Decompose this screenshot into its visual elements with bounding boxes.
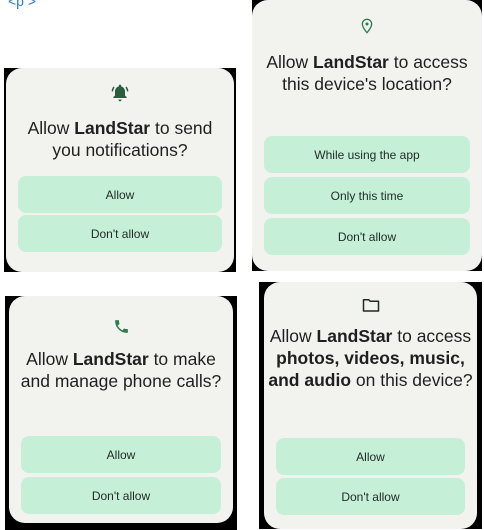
phone-dialog-frame: Allow LandStar to make and manage phone … — [5, 296, 237, 530]
media-allow-button[interactable]: Allow — [276, 438, 465, 475]
folder-icon — [264, 296, 477, 314]
media-dialog-title: Allow LandStar to access photos, videos,… — [268, 326, 473, 390]
location-dont-allow-button[interactable]: Don't allow — [264, 218, 470, 255]
location-only-this-time-button[interactable]: Only this time — [264, 177, 470, 214]
bell-icon — [6, 82, 234, 104]
phone-dialog: Allow LandStar to make and manage phone … — [9, 296, 233, 523]
location-dialog-title: Allow LandStar to access this device's l… — [266, 52, 468, 94]
top-snippet: <p > — [8, 0, 37, 9]
notifications-allow-button[interactable]: Allow — [18, 176, 222, 213]
location-pin-icon — [252, 16, 482, 36]
media-dialog: Allow LandStar to access photos, videos,… — [264, 282, 477, 529]
phone-dialog-title: Allow LandStar to make and manage phone … — [20, 349, 222, 391]
phone-dont-allow-button[interactable]: Don't allow — [21, 477, 221, 514]
notifications-dialog-frame: Allow LandStar to send you notifications… — [4, 68, 236, 272]
phone-allow-button[interactable]: Allow — [21, 436, 221, 473]
location-while-using-button[interactable]: While using the app — [264, 136, 470, 173]
notifications-dialog: Allow LandStar to send you notifications… — [6, 68, 234, 272]
media-dialog-frame: Allow LandStar to access photos, videos,… — [259, 282, 482, 529]
location-dialog-frame: Allow LandStar to access this device's l… — [252, 0, 482, 271]
notifications-dont-allow-button[interactable]: Don't allow — [18, 215, 222, 252]
media-dont-allow-button[interactable]: Don't allow — [276, 478, 465, 515]
location-dialog: Allow LandStar to access this device's l… — [252, 0, 482, 271]
notifications-dialog-title: Allow LandStar to send you notifications… — [27, 118, 213, 160]
phone-icon — [9, 317, 233, 335]
